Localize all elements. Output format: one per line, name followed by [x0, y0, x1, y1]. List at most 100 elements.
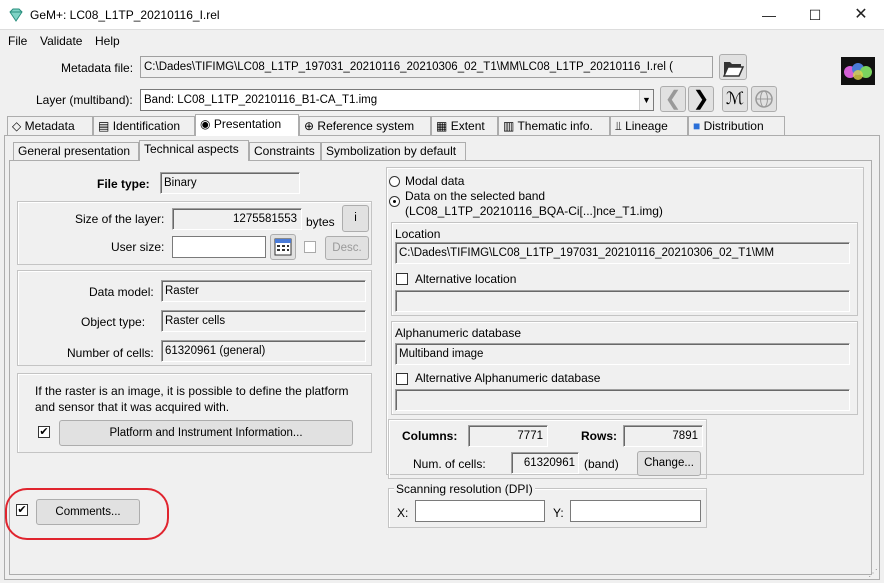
- tab-thematic-info[interactable]: ▥ Thematic info.: [498, 116, 610, 135]
- rows-field: 7891: [623, 425, 703, 447]
- previous-layer-button[interactable]: ❮: [660, 86, 686, 112]
- file-type-field: Binary: [160, 172, 300, 194]
- location-title: Location: [395, 227, 441, 241]
- layer-select[interactable]: Band: LC08_L1TP_20210116_B1-CA_T1.img: [140, 89, 654, 111]
- layer-label: Layer (multiband):: [36, 93, 133, 107]
- menu-file[interactable]: File: [8, 34, 27, 48]
- num-cells-label: Num. of cells:: [413, 457, 486, 471]
- alt-alnum-label: Alternative Alphanumeric database: [415, 371, 601, 385]
- mm-icon: ℳ: [725, 89, 745, 109]
- alt-location-checkbox[interactable]: [396, 273, 408, 285]
- size-label: Size of the layer:: [75, 212, 165, 226]
- tree-icon: ⫫: [615, 119, 622, 133]
- tab-general-presentation[interactable]: General presentation: [13, 142, 139, 160]
- id-card-icon: ▤: [98, 119, 110, 133]
- selected-band-label: Data on the selected band: [405, 189, 546, 203]
- tab-constraints[interactable]: Constraints: [249, 142, 321, 160]
- user-size-input[interactable]: [172, 236, 266, 258]
- x-label: X:: [397, 506, 409, 520]
- alt-location-label: Alternative location: [415, 272, 517, 286]
- logo-image: [841, 57, 875, 85]
- tab-label: Distribution: [703, 119, 764, 133]
- menu-validate[interactable]: Validate: [40, 34, 82, 48]
- platform-description: If the raster is an image, it is possibl…: [35, 384, 349, 414]
- file-type-label: File type:: [97, 177, 150, 191]
- object-type-label: Object type:: [81, 315, 146, 329]
- chevron-right-icon: ❯: [692, 88, 710, 110]
- selected-band-radio[interactable]: [389, 196, 400, 207]
- table-icon: ▥: [503, 119, 515, 133]
- metadata-file-label: Metadata file:: [61, 61, 134, 75]
- tab-identification[interactable]: ▤ Identification: [93, 116, 195, 135]
- tab-lineage[interactable]: ⫫ Lineage: [610, 116, 688, 135]
- number-of-cells-field: 61320961 (general): [161, 340, 366, 362]
- columns-field: 7771: [468, 425, 548, 447]
- alnum-field: Multiband image: [395, 343, 850, 365]
- tab-label: Thematic info.: [517, 119, 593, 133]
- tab-technical-aspects[interactable]: Technical aspects: [139, 140, 249, 161]
- globe-icon: ⊕: [304, 119, 315, 133]
- tab-label: Reference system: [317, 119, 415, 133]
- map-icon: ▦: [436, 119, 448, 133]
- menu-bar: File Validate Help: [0, 31, 884, 51]
- tab-label: Lineage: [625, 119, 668, 133]
- data-model-field: Raster: [161, 280, 366, 302]
- close-button[interactable]: ✕: [838, 0, 884, 30]
- modal-data-label: Modal data: [405, 174, 465, 188]
- tab-distribution[interactable]: ■ Distribution: [688, 116, 785, 135]
- size-field: 1275581553: [172, 208, 302, 230]
- tab-presentation[interactable]: ◉ Presentation: [195, 114, 299, 136]
- chevron-down-icon[interactable]: ▼: [639, 90, 653, 110]
- y-label: Y:: [553, 506, 564, 520]
- columns-label: Columns:: [402, 429, 458, 443]
- desc-button[interactable]: Desc.: [325, 236, 369, 260]
- selected-band-file: (LC08_L1TP_20210116_BQA-Ci[...]nce_T1.im…: [405, 204, 663, 218]
- menu-help[interactable]: Help: [95, 34, 120, 48]
- platform-checkbox[interactable]: ✔: [38, 426, 50, 438]
- tab-metadata[interactable]: ◇ Metadata: [7, 116, 93, 135]
- gem-app-icon: [9, 8, 23, 22]
- info-button[interactable]: i: [342, 205, 369, 232]
- rows-label: Rows:: [581, 429, 617, 443]
- tag-icon: ◇: [12, 119, 22, 133]
- open-folder-button[interactable]: [719, 54, 747, 80]
- change-button[interactable]: Change...: [637, 451, 701, 476]
- num-cells-unit: (band): [584, 457, 619, 471]
- maximize-button[interactable]: ☐: [792, 0, 838, 30]
- tab-reference-system[interactable]: ⊕ Reference system: [299, 116, 431, 135]
- calculator-button[interactable]: [270, 234, 296, 260]
- dpi-y-input[interactable]: [570, 500, 701, 522]
- size-unit: bytes: [306, 215, 335, 229]
- location-field: C:\Dades\TIFIMG\LC08_L1TP_197031_2021011…: [395, 242, 850, 264]
- dpi-title: Scanning resolution (DPI): [394, 482, 535, 496]
- data-model-label: Data model:: [89, 285, 154, 299]
- resize-grip-icon[interactable]: ⋰: [868, 568, 880, 580]
- dpi-x-input[interactable]: [415, 500, 545, 522]
- alt-location-field: [395, 290, 850, 312]
- next-layer-button[interactable]: ❯: [688, 86, 714, 112]
- user-size-label: User size:: [111, 240, 165, 254]
- eye-icon: ◉: [200, 117, 211, 131]
- folder-open-icon: [722, 62, 745, 77]
- highlight-annotation: [5, 488, 169, 540]
- tab-symbolization[interactable]: Symbolization by default: [321, 142, 466, 160]
- globe-icon: [755, 90, 773, 108]
- gem-logo-icon: [844, 63, 872, 80]
- desc-checkbox[interactable]: [304, 241, 316, 253]
- modal-data-radio[interactable]: [389, 176, 400, 187]
- alt-alnum-checkbox[interactable]: [396, 373, 408, 385]
- alt-alnum-field: [395, 389, 850, 411]
- tab-extent[interactable]: ▦ Extent: [431, 116, 498, 135]
- globe-button[interactable]: [751, 86, 777, 112]
- chevron-left-icon: ❮: [664, 88, 682, 110]
- tab-label: Extent: [450, 119, 485, 133]
- tab-label: Presentation: [213, 117, 282, 131]
- window-title: GeM+: LC08_L1TP_20210116_I.rel: [30, 8, 220, 22]
- minimize-button[interactable]: —: [746, 0, 792, 30]
- metadata-file-field[interactable]: C:\Dades\TIFIMG\LC08_L1TP_197031_2021011…: [140, 56, 713, 78]
- miramon-button[interactable]: ℳ: [722, 86, 748, 112]
- platform-instrument-button[interactable]: Platform and Instrument Information...: [59, 420, 353, 446]
- title-bar: GeM+: LC08_L1TP_20210116_I.rel — ☐ ✕: [0, 0, 884, 30]
- tab-label: Metadata: [24, 119, 75, 133]
- tab-label: Identification: [112, 119, 181, 133]
